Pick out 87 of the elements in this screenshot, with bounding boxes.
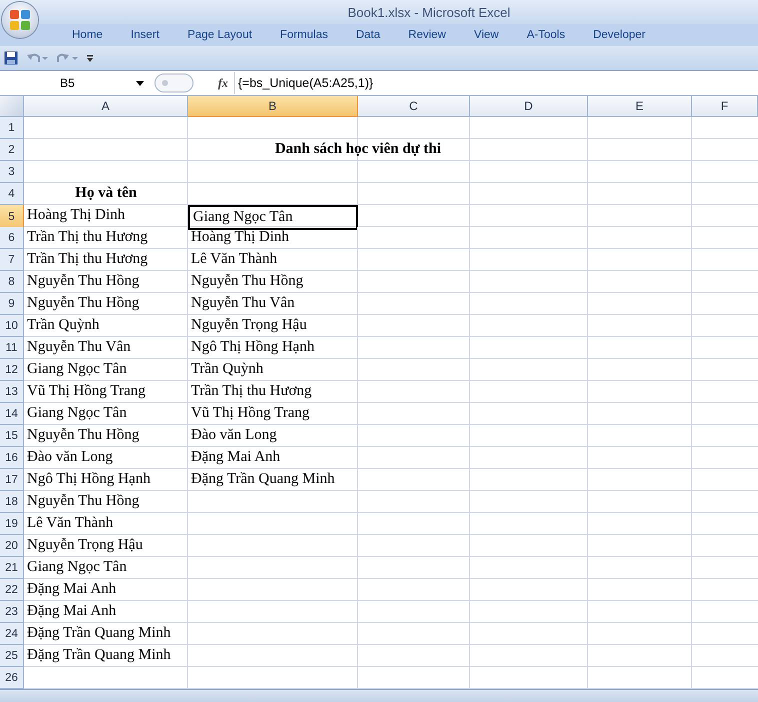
dropdown-caret-icon <box>136 80 144 86</box>
column-header[interactable]: D <box>470 96 588 117</box>
name-box[interactable]: B5 <box>0 73 150 93</box>
table-cell-text: Ngô Thị Hồng Hạnh <box>190 338 316 357</box>
row-header[interactable]: 18 <box>0 491 24 513</box>
table-cell-text: Lê Văn Thành <box>26 514 114 533</box>
table-cell-text: Vũ Thị Hồng Trang <box>26 382 146 401</box>
row-header[interactable]: 10 <box>0 315 24 337</box>
row-header[interactable]: 9 <box>0 293 24 315</box>
table-cell-text: Trần Thị thu Hương <box>26 250 149 269</box>
customize-toolbar-icon[interactable] <box>86 53 94 63</box>
table-cell-text: Đặng Trần Quang Minh <box>26 624 172 643</box>
ribbon-tab[interactable]: A-Tools <box>514 25 578 45</box>
table-cell-text: Đặng Mai Anh <box>26 602 118 621</box>
table-cell-text: Nguyễn Thu Vân <box>26 338 132 357</box>
row-header[interactable]: 3 <box>0 161 24 183</box>
column-header[interactable]: F <box>692 96 758 117</box>
row-header[interactable]: 6 <box>0 227 24 249</box>
redo-icon[interactable] <box>56 51 78 65</box>
column-header[interactable]: E <box>588 96 692 117</box>
row-header[interactable]: 22 <box>0 579 24 601</box>
ribbon-tab[interactable]: Page Layout <box>175 25 264 45</box>
select-all-button[interactable] <box>0 96 24 117</box>
table-cell-text: Vũ Thị Hồng Trang <box>190 404 310 423</box>
column-header[interactable]: B <box>188 96 358 117</box>
table-cell-text: Nguyễn Thu Hồng <box>26 272 140 291</box>
table-cell-text: Trần Thị thu Hương <box>190 382 313 401</box>
table-cell-text: Nguyễn Thu Vân <box>190 294 296 313</box>
row-header[interactable]: 21 <box>0 557 24 579</box>
table-cell-text: Trần Quỳnh <box>26 316 100 335</box>
row-header[interactable]: 12 <box>0 359 24 381</box>
row-header[interactable]: 15 <box>0 425 24 447</box>
row-header[interactable]: 2 <box>0 139 24 161</box>
column-header[interactable]: A <box>24 96 188 117</box>
ribbon-tab[interactable]: View <box>462 25 511 45</box>
table-cell-text: Trần Thị thu Hương <box>26 228 149 247</box>
row-header[interactable]: 13 <box>0 381 24 403</box>
office-logo-icon <box>9 9 31 31</box>
row-header[interactable]: 7 <box>0 249 24 271</box>
ribbon-tab[interactable]: Formulas <box>268 25 340 45</box>
table-cell-text: Đặng Trần Quang Minh <box>26 646 172 665</box>
table-cell-text: Đặng Trần Quang Minh <box>190 470 336 489</box>
row-header[interactable]: 24 <box>0 623 24 645</box>
table-cell-text: Nguyễn Thu Hồng <box>26 426 140 445</box>
table-cell-text: Trần Quỳnh <box>190 360 264 379</box>
table-cell-text: Lê Văn Thành <box>190 250 278 269</box>
ribbon-tab[interactable]: Data <box>344 25 392 45</box>
row-header[interactable]: 8 <box>0 271 24 293</box>
column-header[interactable]: C <box>358 96 470 117</box>
ribbon-tab[interactable]: Home <box>60 25 115 45</box>
row-header[interactable]: 16 <box>0 447 24 469</box>
row-header[interactable]: 19 <box>0 513 24 535</box>
table-cell-text: Giang Ngọc Tân <box>26 360 128 379</box>
table-cell-text: Nguyễn Thu Hồng <box>190 272 304 291</box>
row-header[interactable]: 23 <box>0 601 24 623</box>
table-cell-text: Nguyễn Thu Hồng <box>26 492 140 511</box>
formula-field[interactable]: {=bs_Unique(A5:A25,1)} <box>234 72 758 94</box>
row-header[interactable]: 1 <box>0 117 24 139</box>
row-header[interactable]: 14 <box>0 403 24 425</box>
sheet-title: Danh sách học viên dự thi <box>274 140 442 159</box>
table-cell-text: Nguyễn Trọng Hậu <box>26 536 144 555</box>
row-header[interactable]: 26 <box>0 667 24 689</box>
splitter-handle-icon[interactable] <box>154 73 194 93</box>
ribbon-tab[interactable]: Developer <box>581 25 658 45</box>
table-cell-text: Hoàng Thị Dinh <box>190 228 290 247</box>
table-cell-text: Đào văn Long <box>190 426 278 445</box>
table-cell-text: Nguyễn Trọng Hậu <box>190 316 308 335</box>
insert-function-button[interactable]: fx <box>218 76 228 90</box>
table-cell-text: Đặng Mai Anh <box>190 448 282 467</box>
row-header[interactable]: 17 <box>0 469 24 491</box>
table-cell-text: Giang Ngọc Tân <box>26 558 128 577</box>
undo-icon[interactable] <box>26 51 48 65</box>
save-icon[interactable] <box>4 51 18 65</box>
ribbon-tab[interactable]: Review <box>396 25 458 45</box>
table-cell-text: Đào văn Long <box>26 448 114 467</box>
window-title: Book1.xlsx - Microsoft Excel <box>348 4 510 20</box>
table-cell-text: Hoàng Thị Dinh <box>26 206 126 225</box>
row-header[interactable]: 20 <box>0 535 24 557</box>
column-heading: Họ và tên <box>74 184 138 203</box>
table-cell-text: Nguyễn Thu Hồng <box>26 294 140 313</box>
row-header[interactable]: 25 <box>0 645 24 667</box>
ribbon-tab[interactable]: Insert <box>118 25 172 45</box>
table-cell-text: Ngô Thị Hồng Hạnh <box>26 470 152 489</box>
row-header[interactable]: 11 <box>0 337 24 359</box>
row-header[interactable]: 4 <box>0 183 24 205</box>
table-cell-text: Đặng Mai Anh <box>26 580 118 599</box>
table-cell-text: Giang Ngọc Tân <box>26 404 128 423</box>
